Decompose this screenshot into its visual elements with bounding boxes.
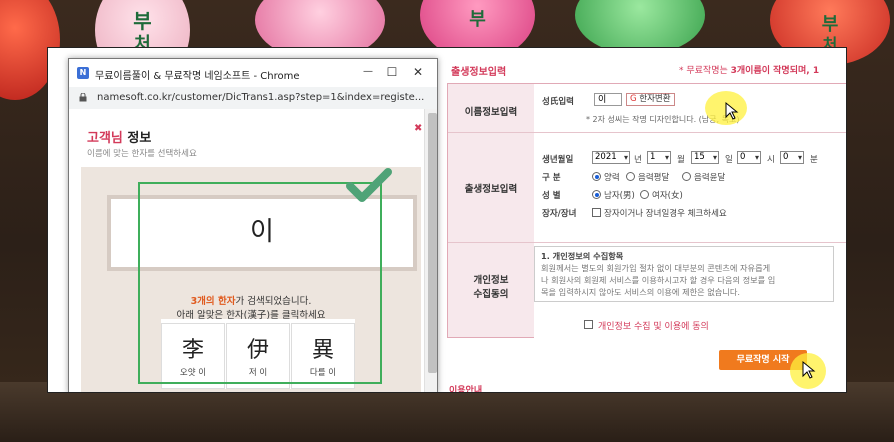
minimize-button[interactable]: — <box>357 63 379 81</box>
hour-select[interactable]: 0 <box>737 151 761 164</box>
radio-lunar-leap-label: 음력윤달 <box>694 173 726 183</box>
row-body-name: 성氏입력 이 G 한자변환 * 2자 성씨는 작명 디자인합니다. (남궁, 독… <box>534 84 846 132</box>
radio-female-label: 여자(女) <box>652 191 683 201</box>
free-naming-notice: * 무료작명는 3개이름이 작명되며, 1 <box>679 66 820 76</box>
day-unit: 일 <box>725 155 733 165</box>
maximize-button[interactable]: ☐ <box>381 63 403 81</box>
eldest-checkbox[interactable] <box>592 208 601 217</box>
scrollbar[interactable] <box>424 109 437 392</box>
minute-unit: 분 <box>810 155 818 165</box>
radio-solar[interactable] <box>592 172 601 181</box>
privacy-terms-box[interactable]: 1. 개인정보의 수집항목 회원께서는 별도의 회원가입 절차 없이 대부분의 … <box>534 246 834 302</box>
privacy-heading: 1. 개인정보의 수집항목 <box>541 251 624 261</box>
row-label-name: 이름정보입력 <box>448 104 534 118</box>
section-title: 출생정보입력 <box>451 67 507 78</box>
eldest-label: 장자/장녀 <box>542 209 577 219</box>
row-label-birth: 출생정보입력 <box>448 181 534 195</box>
birthdate-label: 생년월일 <box>542 155 574 165</box>
row-label-privacy-2: 수집동의 <box>448 286 534 300</box>
form-table: 이름정보입력 성氏입력 이 G 한자변환 * 2자 성씨는 작명 디자인합니다.… <box>447 83 846 338</box>
eldest-checkbox-label: 장자이거나 장녀일경우 체크하세요 <box>604 209 727 219</box>
popup-title: 고객님 정보 <box>87 131 152 146</box>
privacy-line: 목을 입력하시지 않아도 서비스의 이용에 제한은 없습니다. <box>541 287 740 297</box>
agree-checkbox[interactable] <box>584 320 593 329</box>
day-select[interactable]: 15 <box>691 151 719 164</box>
naming-form-page: 출생정보입력 * 무료작명는 3개이름이 작명되며, 1 이름정보입력 성氏입력… <box>443 48 846 392</box>
calendar-type-label: 구 분 <box>542 173 561 183</box>
hour-unit: 시 <box>767 155 775 165</box>
month-unit: 월 <box>677 155 685 165</box>
year-select[interactable]: 2021 <box>592 151 630 164</box>
usage-guide-link[interactable]: 이용안내 <box>449 383 482 392</box>
row-divider <box>448 242 534 243</box>
site-favicon-icon: N <box>77 67 89 79</box>
url-text: namesoft.co.kr/customer/DicTrans1.asp?st… <box>97 92 425 103</box>
gender-label: 성 별 <box>542 191 561 201</box>
annotation-rectangle <box>138 182 382 384</box>
address-bar[interactable]: namesoft.co.kr/customer/DicTrans1.asp?st… <box>69 87 437 109</box>
mouse-pointer-icon <box>802 360 816 379</box>
surname-label: 성氏입력 <box>542 97 574 107</box>
radio-lunar-normal-label: 음력평달 <box>638 173 670 183</box>
popup-subtitle: 이름에 맞는 한자를 선택하세요 <box>87 149 197 159</box>
scrollbar-thumb[interactable] <box>428 113 437 373</box>
screenshot-frame: 출생정보입력 * 무료작명는 3개이름이 작명되며, 1 이름정보입력 성氏입력… <box>47 47 847 393</box>
title-bar: N 무료이름풀이 & 무료작명 네임소프트 - Chrome — ☐ ✕ <box>69 59 437 88</box>
radio-female[interactable] <box>640 190 649 199</box>
agree-label: 개인정보 수집 및 이용에 동의 <box>598 322 709 332</box>
radio-lunar-leap[interactable] <box>682 172 691 181</box>
radio-male-label: 남자(男) <box>604 191 635 201</box>
lock-icon <box>79 93 87 102</box>
window-title: 무료이름풀이 & 무료작명 네임소프트 - Chrome <box>95 71 300 82</box>
year-unit: 년 <box>634 155 642 165</box>
google-icon: G <box>630 94 637 104</box>
privacy-line: 나 회원사의 회원제 서비스를 이용하시고자 할 경우 다음의 정보를 입 <box>541 275 776 285</box>
close-window-button[interactable]: ✕ <box>407 63 429 81</box>
popup-close-icon[interactable]: ✖ <box>414 123 422 134</box>
privacy-line: 회원께서는 별도의 회원가입 절차 없이 대부분의 콘텐츠에 자유롭게 <box>541 263 771 273</box>
check-mark-icon <box>346 168 392 202</box>
radio-lunar-normal[interactable] <box>626 172 635 181</box>
hanja-convert-button[interactable]: G 한자변환 <box>626 93 675 106</box>
radio-solar-label: 양력 <box>604 173 620 183</box>
surname-input[interactable]: 이 <box>594 93 622 106</box>
minute-select[interactable]: 0 <box>780 151 804 164</box>
row-label-privacy-1: 개인정보 <box>448 272 534 286</box>
radio-male[interactable] <box>592 190 601 199</box>
row-divider <box>448 132 534 133</box>
mouse-pointer-icon <box>725 101 739 120</box>
row-body-birth: 생년월일 2021 년 1 월 15 일 0 시 0 분 구 분 양력 음력평달… <box>534 132 846 243</box>
month-select[interactable]: 1 <box>647 151 671 164</box>
